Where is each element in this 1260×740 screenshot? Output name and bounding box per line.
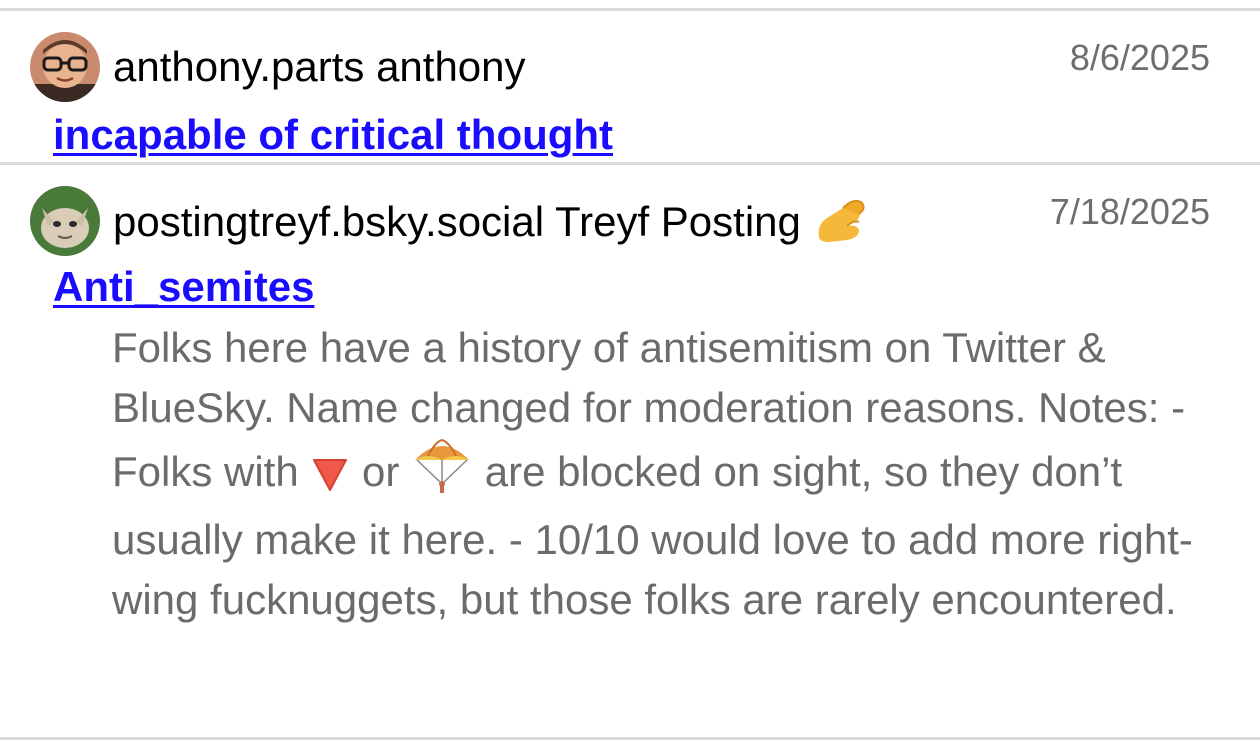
entry-date: 8/6/2025 (1069, 37, 1210, 78)
entry-date: 7/18/2025 (1049, 191, 1210, 232)
red-triangle-down-icon (310, 450, 350, 510)
avatar[interactable] (30, 186, 100, 256)
avatar[interactable] (30, 32, 100, 102)
account-handle: anthony.parts (113, 43, 365, 90)
list-item[interactable]: anthony.parts anthony 8/6/2025 incapable… (0, 0, 1260, 162)
pinching-hand-icon (813, 194, 869, 255)
list-description: Folks here have a history of antisemitis… (112, 318, 1222, 630)
description-text: or (362, 448, 400, 495)
list-link[interactable]: incapable of critical thought (53, 110, 613, 160)
person-with-glasses-avatar-icon (30, 32, 100, 102)
creature-avatar-icon (30, 186, 100, 256)
account-name[interactable]: postingtreyf.bsky.social Treyf Posting (113, 194, 869, 255)
account-display-name: Treyf Posting (555, 198, 801, 245)
account-handle: postingtreyf.bsky.social (113, 198, 545, 245)
list-link[interactable]: Anti_semites (53, 262, 314, 312)
parachute-icon (411, 438, 473, 510)
account-name[interactable]: anthony.parts anthony (113, 42, 526, 92)
list-item[interactable]: postingtreyf.bsky.social Treyf Posting 7… (0, 165, 1260, 737)
account-display-name: anthony (376, 43, 526, 90)
